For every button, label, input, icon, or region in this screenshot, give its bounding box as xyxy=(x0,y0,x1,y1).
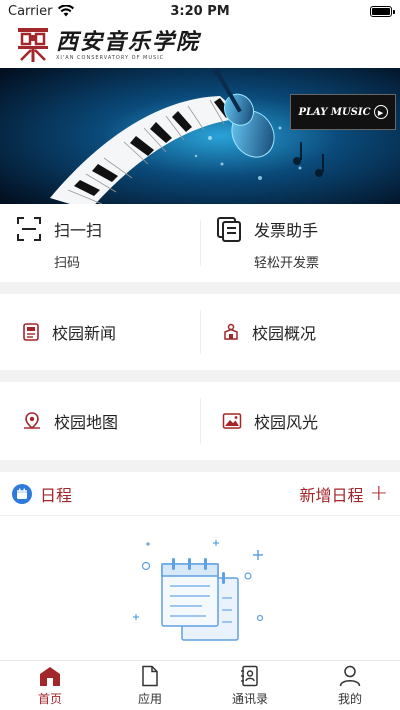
scan-subtitle: 扫码 xyxy=(54,255,81,271)
add-schedule-label: 新增日程 xyxy=(299,485,364,505)
campus-scenery-label: 校园风光 xyxy=(254,413,319,432)
document-icon xyxy=(142,665,158,686)
plus-icon: + xyxy=(369,480,388,506)
news-icon xyxy=(23,323,39,341)
battery-icon xyxy=(370,5,395,17)
scan-action[interactable]: 扫一扫 扫码 xyxy=(0,204,200,282)
invoice-title: 发票助手 xyxy=(254,220,319,240)
schedule-panel: 日程 新增日程 + xyxy=(0,472,400,660)
add-schedule-button[interactable]: 新增日程 + xyxy=(300,482,388,506)
tab-contacts[interactable]: 通讯录 xyxy=(200,661,300,710)
empty-schedule-illustration-icon xyxy=(133,540,264,641)
quick-actions-card: 扫一扫 扫码 发票助手 轻松开发票 xyxy=(0,204,400,282)
tab-home[interactable]: 首页 xyxy=(0,661,100,710)
banner-carousel[interactable]: PLAY MUSIC ▶ xyxy=(0,68,400,204)
logo-english-name: XI'AN CONSERVATORY OF MUSIC xyxy=(56,54,165,61)
app-header: 西安音乐学院 XI'AN CONSERVATORY OF MUSIC xyxy=(0,22,400,68)
map-pin-icon xyxy=(24,412,40,430)
invoice-subtitle: 轻松开发票 xyxy=(254,255,320,271)
overview-icon xyxy=(224,323,238,340)
campus-grid-row-1: 校园新闻 校园概况 xyxy=(0,294,400,370)
contacts-icon xyxy=(241,665,258,686)
scan-title: 扫一扫 xyxy=(54,220,103,240)
wifi-icon xyxy=(58,5,75,17)
campus-overview-item[interactable]: 校园概况 xyxy=(200,294,400,370)
schedule-title: 日程 xyxy=(40,485,73,505)
campus-map-item[interactable]: 校园地图 xyxy=(0,382,200,460)
tab-contacts-label: 通讯录 xyxy=(231,691,268,706)
tab-apps-label: 应用 xyxy=(137,691,162,706)
carrier-label: Carrier xyxy=(8,3,53,19)
play-music-label: PLAY MUSIC xyxy=(298,106,371,118)
campus-news-item[interactable]: 校园新闻 xyxy=(0,294,200,370)
status-bar: Carrier 3:20 PM xyxy=(0,0,400,22)
play-music-badge: PLAY MUSIC ▶ xyxy=(290,94,396,130)
schedule-header: 日程 新增日程 + xyxy=(0,472,400,516)
campus-news-label: 校园新闻 xyxy=(52,324,117,343)
campus-overview-label: 校园概况 xyxy=(252,324,317,343)
bottom-tab-bar: 首页 应用 通讯录 我的 xyxy=(0,660,400,710)
campus-grid-row-2: 校园地图 校园风光 xyxy=(0,382,400,460)
tab-mine-label: 我的 xyxy=(337,691,362,706)
tab-mine[interactable]: 我的 xyxy=(300,661,400,710)
scan-icon xyxy=(17,216,41,241)
campus-map-label: 校园地图 xyxy=(54,413,119,432)
calendar-icon xyxy=(12,483,32,504)
banner-image xyxy=(0,68,400,204)
tab-home-label: 首页 xyxy=(37,691,62,706)
scenery-image-icon xyxy=(222,413,242,429)
campus-scenery-item[interactable]: 校园风光 xyxy=(200,382,400,460)
tab-apps[interactable]: 应用 xyxy=(100,661,200,710)
logo-chinese-name: 西安音乐学院 xyxy=(56,28,201,55)
user-icon xyxy=(339,665,361,686)
play-icon: ▶ xyxy=(373,105,388,119)
invoice-assistant-action[interactable]: 发票助手 轻松开发票 xyxy=(200,204,400,282)
home-icon xyxy=(40,666,60,686)
school-logo-icon xyxy=(18,28,48,62)
invoice-icon xyxy=(217,216,241,242)
